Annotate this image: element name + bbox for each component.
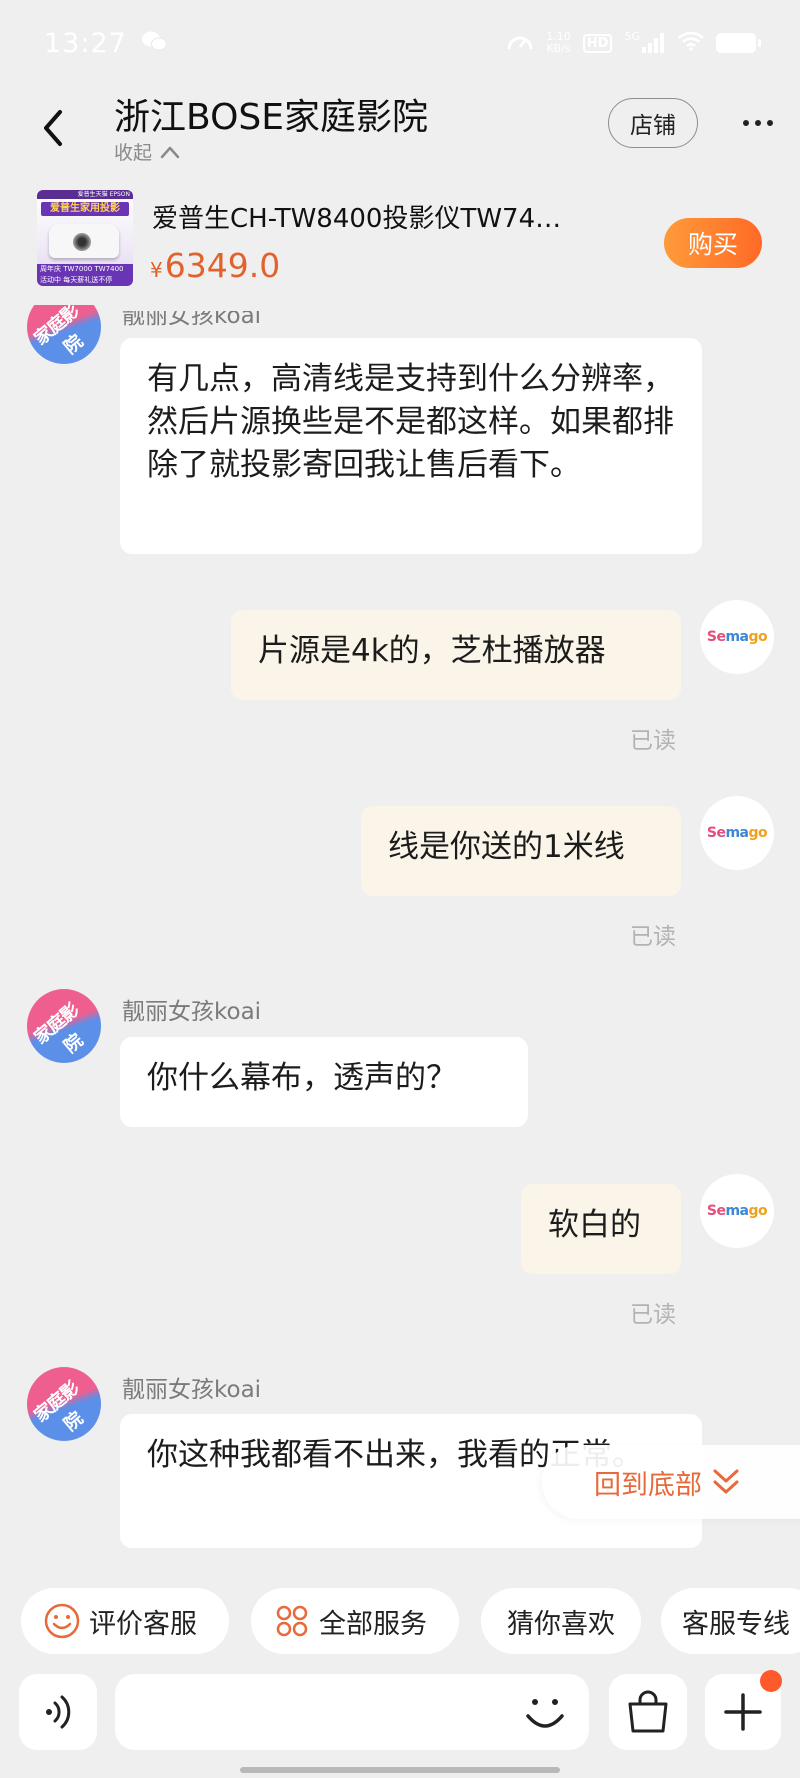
chat-header: 浙江BOSE家庭影院 收起 店铺 <box>0 86 800 174</box>
quick-action-rate-service[interactable]: 评价客服 <box>21 1588 229 1654</box>
network-label: 5G <box>624 30 640 43</box>
sender-name: 靓丽女孩koai <box>122 303 262 329</box>
product-card[interactable]: 爱普生天猫 EPSON 爱普生家用投影 周年庆 TW7000 TW7400 活动… <box>0 182 800 290</box>
more-options-button[interactable] <box>736 98 780 148</box>
wifi-icon <box>678 31 704 55</box>
voice-button[interactable] <box>19 1674 97 1750</box>
read-status: 已读 <box>630 1302 676 1328</box>
seller-avatar[interactable]: 家庭影院 <box>27 300 101 364</box>
signal-5g-icon: 5G <box>624 30 666 53</box>
product-thumbnail[interactable]: 爱普生天猫 EPSON 爱普生家用投影 周年庆 TW7000 TW7400 活动… <box>37 190 133 286</box>
battery-icon <box>716 33 761 53</box>
more-dot-icon <box>767 120 773 126</box>
notification-dot <box>760 1670 782 1692</box>
status-bar: 13:27 1.10 KB/s HD 5G <box>0 0 800 86</box>
avatar-text-c: go <box>748 1203 768 1219</box>
read-status: 已读 <box>630 924 676 950</box>
emoji-icon <box>526 1699 564 1728</box>
more-dot-icon <box>755 120 761 126</box>
quick-action-label: 猜你喜欢 <box>507 1608 615 1640</box>
avatar-text-b: ma <box>725 825 749 841</box>
thumb-promo-line: 活动中 每天薪礼送不停 <box>40 276 113 284</box>
read-status: 已读 <box>630 728 676 754</box>
user-avatar[interactable]: Semago <box>700 600 774 674</box>
double-chevron-down-icon <box>713 1469 739 1494</box>
message-bubble[interactable]: 软白的 <box>521 1184 681 1274</box>
quick-action-all-services[interactable]: 全部服务 <box>251 1588 459 1654</box>
quick-action-label: 全部服务 <box>319 1608 427 1640</box>
sender-name: 靓丽女孩koai <box>122 999 262 1025</box>
avatar-text-b: ma <box>725 629 749 645</box>
thumb-promo-line: 周年庆 TW7000 TW7400 <box>40 265 124 273</box>
status-left: 13:27 <box>44 28 167 59</box>
plus-icon <box>724 1693 762 1731</box>
thumb-title: 爱普生家用投影 <box>41 202 129 216</box>
grid-icon <box>276 1605 308 1637</box>
avatar-text-b: ma <box>725 1203 749 1219</box>
product-title: 爱普生CH-TW8400投影仪TW74… <box>152 204 562 234</box>
seller-avatar-text: 家庭影院 <box>30 300 87 359</box>
avatar-text-a: Se <box>706 629 726 645</box>
thumb-brand: 爱普生天猫 EPSON <box>37 190 133 199</box>
user-avatar-text: Semago <box>706 629 768 645</box>
avatar-text-c: go <box>748 825 768 841</box>
back-button[interactable] <box>38 106 68 150</box>
seller-avatar-text: 家庭影院 <box>30 999 87 1058</box>
speedometer-icon <box>506 29 534 57</box>
user-avatar-text: Semago <box>706 825 768 841</box>
home-indicator[interactable] <box>240 1767 560 1773</box>
shopping-bag-icon <box>628 1690 668 1733</box>
user-avatar[interactable]: Semago <box>700 1174 774 1248</box>
quick-action-label: 评价客服 <box>89 1608 197 1640</box>
shopping-bag-button[interactable] <box>609 1674 687 1750</box>
projector-lens-image <box>73 233 91 251</box>
price-symbol: ¥ <box>150 258 163 282</box>
shop-name: 浙江BOSE家庭影院 <box>114 97 428 138</box>
quick-action-label: 客服专线 <box>682 1608 790 1640</box>
back-to-bottom-button[interactable]: 回到底部 <box>542 1445 800 1519</box>
message-bubble[interactable]: 有几点，高清线是支持到什么分辨率，然后片源换些是不是都这样。如果都排除了就投影寄… <box>120 338 702 554</box>
network-speed: 1.10 KB/s <box>546 31 571 55</box>
thumb-promo: 周年庆 TW7000 TW7400 活动中 每天薪礼送不停 <box>37 264 133 286</box>
chevron-left-icon <box>44 110 62 146</box>
emoji-button[interactable] <box>520 1684 570 1740</box>
hd-badge: HD <box>582 33 613 53</box>
chevron-up-icon <box>160 146 180 158</box>
speed-unit: KB/s <box>546 42 571 55</box>
price-value: 6349.0 <box>164 246 281 285</box>
status-time: 13:27 <box>44 27 127 59</box>
message-input[interactable] <box>115 1674 589 1750</box>
message-bubble[interactable]: 线是你送的1米线 <box>361 806 681 896</box>
wechat-icon <box>141 30 167 57</box>
seller-avatar-text: 家庭影院 <box>30 1377 87 1436</box>
status-right: 1.10 KB/s HD 5G <box>506 29 761 57</box>
input-bar <box>0 1670 800 1754</box>
collapse-toggle[interactable]: 收起 <box>114 138 180 165</box>
avatar-text-c: go <box>748 629 768 645</box>
quick-action-service-hotline[interactable]: 客服专线 <box>661 1588 800 1654</box>
voice-icon <box>46 1695 71 1729</box>
message-bubble[interactable]: 你什么幕布，透声的？ <box>120 1037 528 1127</box>
user-avatar-text: Semago <box>706 1203 768 1219</box>
avatar-text-a: Se <box>706 1203 726 1219</box>
sender-name: 靓丽女孩koai <box>122 1377 262 1403</box>
store-button[interactable]: 店铺 <box>608 98 698 148</box>
seller-avatar[interactable]: 家庭影院 <box>27 1367 101 1441</box>
product-price: ¥ 6349.0 <box>150 246 280 285</box>
more-dot-icon <box>743 120 749 126</box>
avatar-text-a: Se <box>706 825 726 841</box>
seller-avatar[interactable]: 家庭影院 <box>27 989 101 1063</box>
chat-screen: 13:27 1.10 KB/s HD 5G 浙江BOSE家庭影院 收起 店铺 爱… <box>0 0 800 1778</box>
collapse-label: 收起 <box>114 142 153 164</box>
quick-action-recommendations[interactable]: 猜你喜欢 <box>481 1588 641 1654</box>
back-to-bottom-label: 回到底部 <box>594 1469 702 1501</box>
buy-button[interactable]: 购买 <box>664 218 762 268</box>
message-bubble[interactable]: 片源是4k的，芝杜播放器 <box>231 610 681 700</box>
smile-icon <box>44 1603 80 1639</box>
quick-actions-bar: 评价客服 全部服务 猜你喜欢 客服专线 <box>0 1588 800 1654</box>
user-avatar[interactable]: Semago <box>700 796 774 870</box>
